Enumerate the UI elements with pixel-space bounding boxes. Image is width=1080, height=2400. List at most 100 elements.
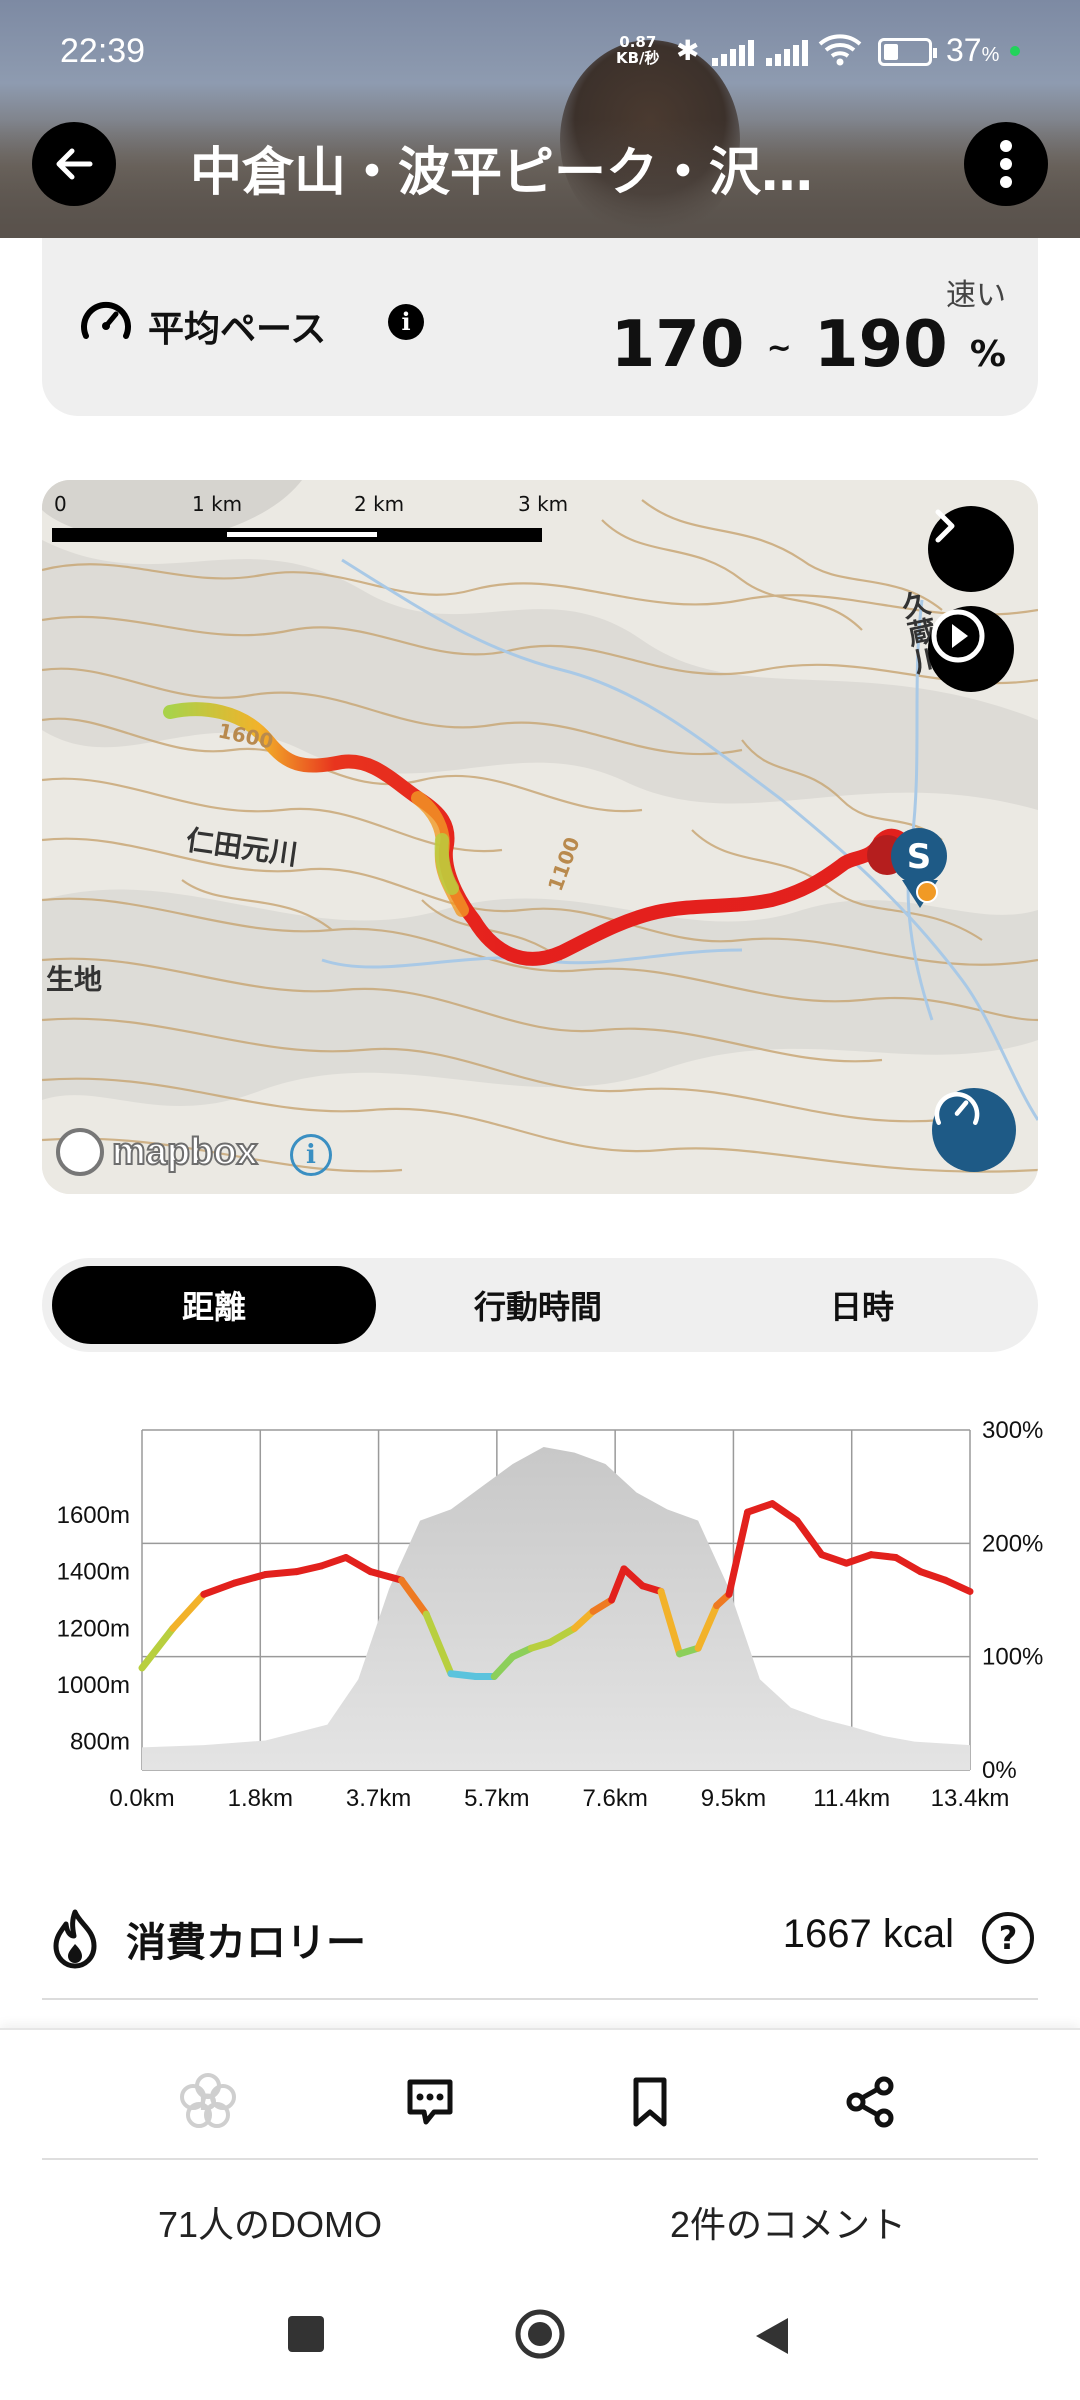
calories-label: 消費カロリー — [126, 1920, 366, 1966]
square-icon — [288, 2316, 324, 2352]
calories-row: 消費カロリー 1667 kcal ? — [42, 1880, 1038, 2000]
battery-percent: 37% — [946, 32, 1000, 68]
y-right-tick-label: 300% — [982, 1417, 1043, 1444]
mapbox-wordmark: mapbox — [111, 1130, 259, 1174]
elevation-segment — [169, 1590, 208, 1632]
elevation-segment — [941, 1576, 974, 1595]
x-tick-label: 1.8km — [228, 1785, 293, 1812]
mapbox-logo-mark — [56, 1128, 104, 1176]
status-net-speed: 0.87 KB/秒 — [616, 34, 660, 66]
help-icon[interactable]: ? — [982, 1912, 1034, 1964]
elevation-segment — [447, 1670, 480, 1680]
nav-home-button[interactable] — [514, 2308, 566, 2364]
x-tick-label: 5.7km — [464, 1785, 529, 1812]
net-speed-value: 0.87 — [619, 33, 657, 51]
map-pace-button[interactable] — [932, 1088, 1016, 1172]
y-left-tick-label: 800m — [70, 1729, 130, 1756]
signal-icon-2 — [766, 40, 810, 66]
share-icon — [846, 2076, 894, 2128]
route-map[interactable]: S 0 1 km 2 km 3 km 仁田元川 久蔵川 1600 1100 生地… — [42, 480, 1038, 1194]
arrow-left-icon — [56, 148, 93, 180]
tab-active-time[interactable]: 行動時間 — [376, 1266, 700, 1344]
calories-value: 1667 kcal — [782, 1912, 954, 1956]
x-tick-label: 11.4km — [813, 1785, 890, 1812]
map-label-place: 生地 — [46, 963, 103, 996]
bottom-action-bar: D 71人のDOMO 2件のコメント — [0, 2028, 1080, 2400]
map-play-button[interactable] — [928, 606, 1014, 692]
x-tick-label: 13.4km — [931, 1785, 1010, 1812]
share-button[interactable] — [838, 2070, 902, 2134]
domo-count-link[interactable]: 71人のDOMO — [70, 2196, 470, 2248]
bluetooth-icon: ✱ — [676, 34, 700, 67]
scale-label-3: 3 km — [518, 492, 569, 516]
x-tick-label: 9.5km — [701, 1785, 766, 1812]
average-pace-card: 平均ペース i 速い 170 ~ 190 % — [42, 238, 1038, 416]
status-bar: 22:39 0.87 KB/秒 ✱ 37% — [0, 28, 1080, 78]
tab-datetime[interactable]: 日時 — [700, 1266, 1024, 1344]
map-attribution-info-icon[interactable]: i — [290, 1134, 332, 1176]
domo-button[interactable]: D — [176, 2070, 240, 2134]
domo-letter: D — [199, 2091, 217, 2116]
action-divider — [42, 2158, 1038, 2160]
flame-icon — [53, 1909, 97, 1969]
more-options-button[interactable] — [964, 122, 1048, 206]
play-circle-icon — [931, 609, 985, 663]
scale-label-2: 2 km — [354, 492, 405, 516]
chart-axis-tabs: 距離 行動時間 日時 — [42, 1258, 1038, 1352]
elevation-segment — [725, 1508, 752, 1598]
x-tick-label: 0.0km — [109, 1785, 174, 1812]
y-left-tick-label: 1400m — [57, 1559, 130, 1586]
elevation-segment — [200, 1579, 239, 1598]
elevation-segment — [262, 1568, 300, 1578]
pace-min: 170 — [610, 308, 745, 382]
comment-icon — [407, 2079, 453, 2125]
x-tick-label: 3.7km — [346, 1785, 411, 1812]
elevation-segment — [292, 1562, 325, 1576]
nav-back-button[interactable] — [752, 2314, 792, 2362]
y-right-tick-label: 100% — [982, 1644, 1043, 1671]
home-circle-icon — [515, 2309, 565, 2359]
scale-label-1: 1 km — [192, 492, 243, 516]
comment-count-link[interactable]: 2件のコメント — [588, 2196, 988, 2248]
speedometer-icon — [81, 301, 131, 339]
elevation-segment — [842, 1551, 875, 1567]
elevation-segment — [768, 1500, 801, 1525]
status-time: 22:39 — [60, 32, 146, 70]
triangle-back-icon — [756, 2318, 788, 2354]
elevation-segment — [818, 1551, 850, 1567]
pace-area — [142, 1447, 970, 1770]
start-marker-label: S — [907, 837, 932, 877]
domo-flower-icon: D — [180, 2073, 236, 2128]
header-background: 22:39 0.87 KB/秒 ✱ 37% 中倉山・波平ピーク・沢… — [0, 0, 1080, 238]
y-left-tick-label: 1600m — [57, 1502, 130, 1529]
signal-icon — [712, 40, 756, 66]
elevation-chart-svg: 0.0km 1.8km 3.7km 5.7km 7.6km 9.5km 11.4km 13.4… — [57, 1417, 1044, 1812]
y-left-tick-label: 1000m — [57, 1672, 130, 1699]
map-next-button[interactable] — [928, 506, 1014, 592]
nav-recents-button[interactable] — [286, 2314, 326, 2358]
x-tick-label: 7.6km — [582, 1785, 647, 1812]
elevation-segment — [317, 1554, 350, 1570]
info-icon[interactable]: i — [388, 304, 424, 340]
speedometer-icon — [934, 1091, 980, 1125]
battery-icon — [878, 38, 937, 66]
elevation-segment — [793, 1517, 826, 1559]
pace-tilde: ~ — [766, 330, 792, 366]
bookmark-icon — [633, 2077, 667, 2127]
wifi-icon — [818, 34, 862, 66]
net-speed-unit: KB/秒 — [616, 49, 660, 67]
bookmark-button[interactable] — [618, 2070, 682, 2134]
back-button[interactable] — [32, 122, 116, 206]
page-title: 中倉山・波平ピーク・沢… — [190, 143, 813, 203]
comment-button[interactable] — [398, 2070, 462, 2134]
average-pace-label: 平均ペース — [148, 309, 327, 350]
elevation-segment — [917, 1568, 949, 1584]
more-vertical-icon — [1000, 140, 1012, 188]
elevation-segment — [892, 1554, 925, 1576]
elevation-segment — [867, 1551, 900, 1561]
mapbox-logo: mapbox — [56, 1128, 259, 1176]
tab-distance[interactable]: 距離 — [52, 1266, 376, 1344]
scale-label-0: 0 — [54, 492, 67, 516]
y-right-tick-label: 0% — [982, 1757, 1017, 1784]
y-right-tick-label: 200% — [982, 1530, 1043, 1557]
